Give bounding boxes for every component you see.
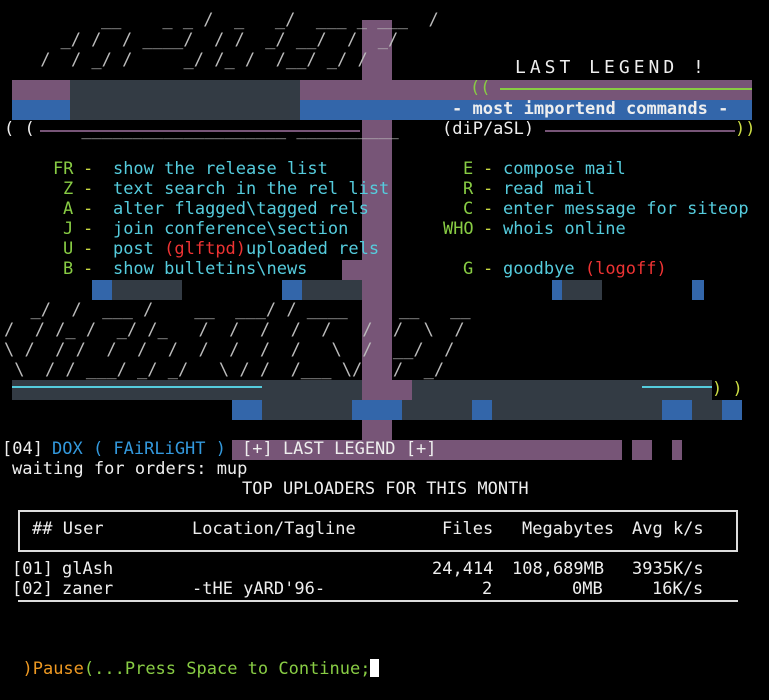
pause-label: )Pause <box>22 659 84 679</box>
left-bracket: ( ( <box>4 119 35 139</box>
pause-prompt[interactable]: )Pause(...Press Space to Continue; <box>2 639 380 679</box>
status-bar-block <box>632 440 652 460</box>
text-cursor <box>370 659 380 677</box>
col-header-files: Files <box>442 519 494 539</box>
green-line-top <box>500 88 752 90</box>
status-bar-block <box>672 440 682 460</box>
divider-line-right <box>545 130 735 132</box>
col-header-megabytes: Megabytes <box>522 519 615 539</box>
command-item[interactable]: G - goodbye (logoff) <box>422 239 667 299</box>
col-header-user: ## User <box>32 519 104 539</box>
arrow-decoration: (( <box>470 78 491 98</box>
right-bracket: )) <box>735 119 756 139</box>
col-header-location: Location/Tagline <box>192 519 356 539</box>
divider-line-left <box>40 130 360 132</box>
node-number: [04] <box>2 439 43 459</box>
credit-text: (diP/aSL) <box>442 119 535 139</box>
command-prompt[interactable]: waiting for orders: mup <box>12 459 247 479</box>
uploaders-title: TOP UPLOADERS FOR THIS MONTH <box>242 479 529 499</box>
user-name: DOX ( FAiRLiGHT ) <box>52 439 226 459</box>
pause-message: (...Press Space to Continue; <box>83 659 371 679</box>
logo-text: LAST LEGEND ! <box>515 57 708 78</box>
commands-title: - most importend commands - <box>452 99 729 119</box>
col-header-avg: Avg k/s <box>632 519 704 539</box>
site-name: [+] LAST LEGEND [+] <box>242 439 437 459</box>
